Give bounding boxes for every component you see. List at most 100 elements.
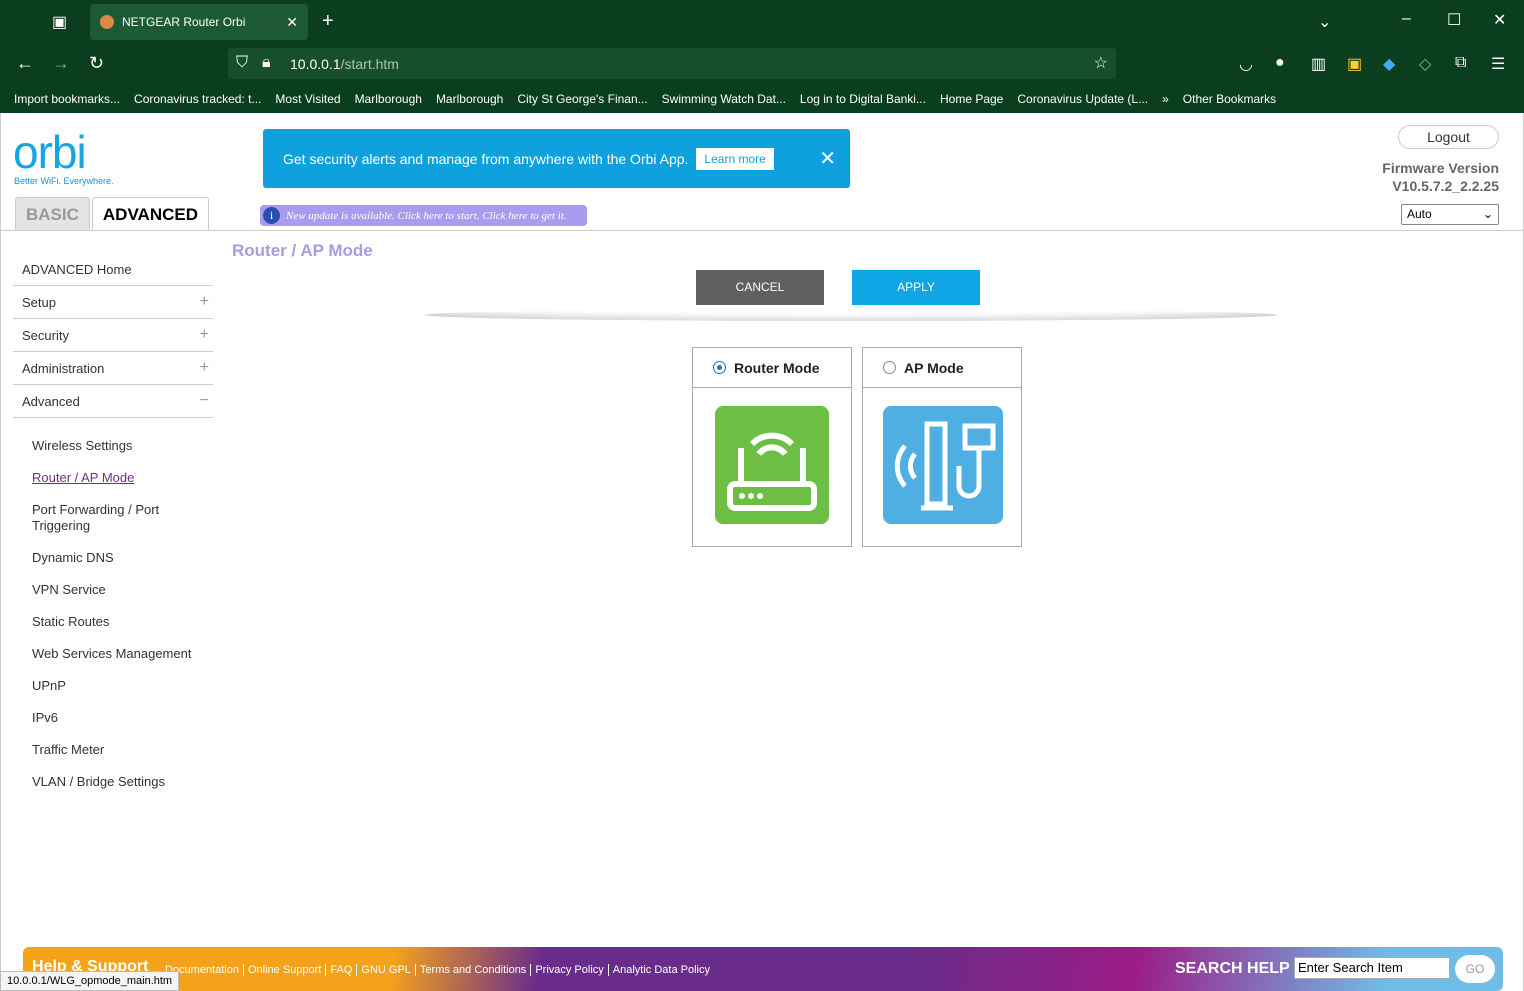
bookmarks-bar: Import bookmarks... Coronavirus tracked:… — [0, 84, 1524, 113]
footer-link[interactable]: Online Support — [244, 964, 327, 976]
footer-link[interactable]: GNU GPL — [357, 964, 416, 976]
search-help-input[interactable]: Enter Search Item — [1294, 957, 1450, 979]
tab-title: NETGEAR Router Orbi — [122, 15, 246, 29]
info-icon: i — [263, 207, 280, 224]
extension-icon[interactable]: ◇ — [1419, 54, 1431, 74]
minimize-icon[interactable]: – — [1402, 10, 1411, 28]
sidebar-item-advanced[interactable]: Advanced − — [13, 385, 213, 418]
bookmark[interactable]: Coronavirus Update (L... — [1017, 92, 1148, 106]
close-tab-icon[interactable]: ✕ — [286, 14, 298, 31]
search-help-label: SEARCH HELP — [1175, 960, 1290, 977]
submenu-wireless-settings[interactable]: Wireless Settings — [32, 438, 213, 454]
tab-basic[interactable]: BASIC — [15, 197, 90, 231]
sidebar-item-administration[interactable]: Administration + — [13, 352, 213, 385]
submenu-router-ap-mode[interactable]: Router / AP Mode — [32, 470, 213, 486]
collapse-icon: − — [199, 392, 209, 409]
bookmark[interactable]: Home Page — [940, 92, 1003, 106]
submenu-dynamic-dns[interactable]: Dynamic DNS — [32, 550, 213, 566]
apply-button[interactable]: APPLY — [852, 270, 980, 305]
submenu-traffic-meter[interactable]: Traffic Meter — [32, 742, 213, 758]
bookmark[interactable]: Coronavirus tracked: t... — [134, 92, 261, 106]
footer-link[interactable]: Analytic Data Policy — [609, 964, 714, 976]
submenu-vlan-bridge[interactable]: VLAN / Bridge Settings — [32, 774, 213, 790]
submenu-web-services[interactable]: Web Services Management — [32, 646, 213, 662]
submenu-ipv6[interactable]: IPv6 — [32, 710, 213, 726]
lock-icon: 🔒︎ — [262, 54, 271, 71]
url-host: 10.0.0.1 — [290, 55, 341, 72]
bookmark[interactable]: City St George's Finan... — [517, 92, 647, 106]
footer-link[interactable]: Terms and Conditions — [415, 964, 532, 976]
sidebar-item-advanced-home[interactable]: ADVANCED Home — [13, 253, 213, 286]
page-title: Router / AP Mode — [232, 241, 373, 260]
submenu-vpn-service[interactable]: VPN Service — [32, 582, 213, 598]
bookmark[interactable]: Import bookmarks... — [14, 92, 120, 106]
router-mode-option[interactable]: Router Mode — [692, 347, 852, 547]
forward-icon[interactable]: → — [52, 53, 70, 74]
tab-list-icon[interactable]: ▣ — [52, 12, 67, 32]
sidebar-item-security[interactable]: Security + — [13, 319, 213, 352]
label: Setup — [22, 294, 56, 310]
label: Administration — [22, 360, 105, 376]
go-button[interactable]: GO — [1455, 955, 1495, 983]
bookmark[interactable]: Log in to Digital Banki... — [800, 92, 926, 106]
ap-mode-radio[interactable] — [883, 361, 896, 374]
extensions-icon[interactable]: ⧉ — [1455, 54, 1466, 72]
bookmarks-overflow-icon[interactable]: » — [1162, 92, 1169, 106]
submenu-port-forwarding[interactable]: Port Forwarding / Port Triggering — [32, 502, 172, 534]
footer: Help & Support Documentation Online Suppo… — [23, 947, 1503, 991]
browser-tab[interactable]: NETGEAR Router Orbi ✕ — [90, 4, 308, 40]
bookmark[interactable]: Swimming Watch Dat... — [662, 92, 786, 106]
url-path: /start.htm — [340, 55, 399, 72]
library-icon[interactable]: ▥ — [1311, 54, 1326, 74]
chevron-down-icon[interactable]: ⌄ — [1318, 12, 1331, 32]
update-notice[interactable]: i New update is available. Click here to … — [260, 205, 587, 226]
new-tab-icon[interactable]: + — [322, 10, 334, 33]
firmware-label: Firmware Version — [1382, 160, 1499, 176]
logout-button[interactable]: Logout — [1398, 125, 1499, 149]
back-icon[interactable]: ← — [16, 53, 34, 74]
bookmark[interactable]: Marlborough — [355, 92, 422, 106]
expand-icon: + — [199, 293, 209, 310]
access-point-icon — [883, 406, 1003, 524]
close-banner-icon[interactable]: ✕ — [819, 146, 836, 171]
firmware-info: Firmware Version V10.5.7.2_2.2.25 — [1382, 159, 1499, 195]
bookmark[interactable]: Marlborough — [436, 92, 503, 106]
extension-icon[interactable]: ◆ — [1383, 54, 1395, 74]
label: ADVANCED Home — [22, 261, 132, 277]
orbi-logo: orbi — [13, 126, 87, 178]
divider-shadow — [425, 309, 1277, 321]
browser-chrome: ▣ NETGEAR Router Orbi ✕ + ⌄ – ☐ ✕ ← → ↻ ⛉… — [0, 0, 1524, 113]
router-mode-radio[interactable] — [713, 361, 726, 374]
ap-mode-option[interactable]: AP Mode — [862, 347, 1022, 547]
menu-icon[interactable]: ☰ — [1491, 54, 1505, 74]
chevron-down-icon: ⌄ — [1482, 207, 1493, 221]
sidebar-item-setup[interactable]: Setup + — [13, 286, 213, 319]
star-icon[interactable]: ☆ — [1094, 53, 1108, 73]
status-bar: 10.0.0.1/WLG_opmode_main.htm — [0, 971, 180, 991]
router-mode-label: Router Mode — [734, 359, 820, 376]
tagline: Better WiFi. Everywhere. — [14, 176, 114, 186]
language-select[interactable]: Auto ⌄ — [1401, 204, 1499, 225]
sidebar: ADVANCED Home Setup + Security + Administr… — [13, 253, 213, 806]
learn-more-button[interactable]: Learn more — [696, 147, 774, 170]
language-value: Auto — [1407, 207, 1432, 221]
expand-icon: + — [199, 359, 209, 376]
reload-icon[interactable]: ↻ — [89, 53, 104, 74]
cancel-button[interactable]: CANCEL — [696, 270, 824, 305]
pocket-icon[interactable]: ◡ — [1239, 54, 1253, 74]
router-icon — [715, 406, 829, 524]
footer-link[interactable]: Privacy Policy — [531, 964, 609, 976]
close-window-icon[interactable]: ✕ — [1493, 10, 1506, 30]
account-icon[interactable]: ● — [1275, 54, 1285, 72]
maximize-icon[interactable]: ☐ — [1447, 10, 1461, 30]
submenu-static-routes[interactable]: Static Routes — [32, 614, 213, 630]
footer-link[interactable]: FAQ — [326, 964, 358, 976]
submenu-upnp[interactable]: UPnP — [32, 678, 213, 694]
router-page: orbi Better WiFi. Everywhere. Get securi… — [0, 113, 1524, 991]
url-bar[interactable]: ⛉ 🔒︎ 10.0.0.1/start.htm ☆ — [228, 48, 1116, 79]
update-text: New update is available. Click here to s… — [286, 209, 567, 222]
tab-advanced[interactable]: ADVANCED — [91, 197, 209, 231]
bookmark[interactable]: Most Visited — [275, 92, 340, 106]
extension-icon[interactable]: ▣ — [1347, 54, 1362, 74]
bookmark-other[interactable]: Other Bookmarks — [1183, 92, 1276, 106]
